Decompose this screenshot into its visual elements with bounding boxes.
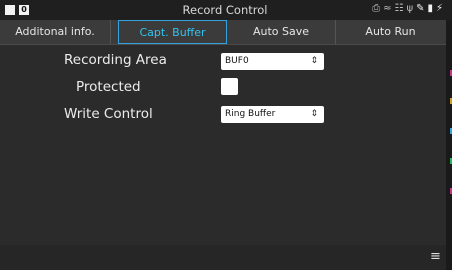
menu-icon[interactable]: ≡ — [430, 249, 441, 264]
tab-divider — [110, 20, 111, 44]
wifi-icon: ≈ — [383, 3, 395, 14]
usb-icon: ψ — [406, 3, 417, 14]
write-control-value: Ring Buffer — [225, 109, 276, 119]
tab-auto-run[interactable]: Auto Run — [335, 20, 446, 44]
channel-badge[interactable]: 0 — [19, 5, 29, 15]
tab-capt-buffer[interactable]: Capt. Buffer — [118, 20, 227, 44]
storage-icon: ▮ — [427, 3, 436, 14]
protected-checkbox[interactable] — [221, 78, 238, 95]
recording-area-select[interactable]: BUF0 ⇕ — [221, 53, 324, 70]
write-control-label: Write Control — [64, 106, 153, 122]
status-bar: 0 Record Control ⎙≈☷ψ✎▮⚡ — [0, 0, 452, 20]
write-control-select[interactable]: Ring Buffer ⇕ — [221, 106, 324, 123]
protected-label: Protected — [76, 79, 141, 95]
plug-icon: ⚡ — [435, 3, 446, 14]
tab-additional-info[interactable]: Additonal info. — [0, 20, 110, 44]
bottom-bar — [0, 245, 446, 270]
printer-icon: ⎙ — [372, 3, 384, 14]
tab-auto-save[interactable]: Auto Save — [227, 20, 335, 44]
window-title: Record Control — [182, 3, 268, 17]
chevron-updown-icon: ⇕ — [310, 56, 318, 66]
right-edge-strip — [446, 20, 452, 270]
status-icons: ⎙≈☷ψ✎▮⚡ — [372, 3, 446, 14]
network-icon: ☷ — [394, 3, 407, 14]
recording-area-value: BUF0 — [225, 56, 249, 66]
tab-bar: Additonal info. Capt. Buffer Auto Save A… — [0, 20, 446, 45]
app-square-icon[interactable] — [5, 5, 15, 15]
recording-area-label: Recording Area — [64, 52, 167, 68]
pen-icon: ✎ — [416, 3, 428, 14]
chevron-updown-icon: ⇕ — [310, 109, 318, 119]
